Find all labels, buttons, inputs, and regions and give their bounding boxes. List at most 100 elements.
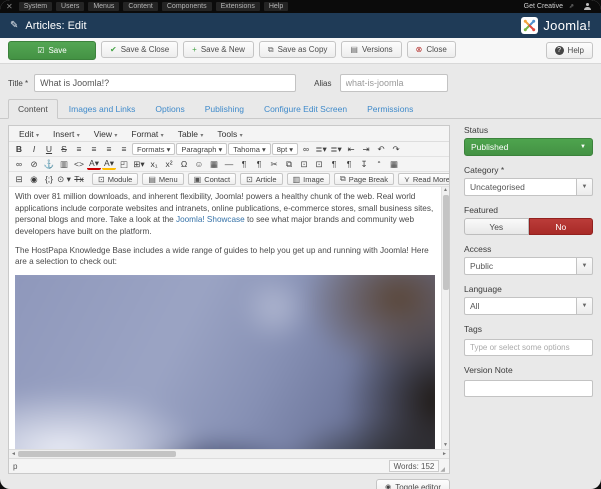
special-character-icon[interactable]: Ω xyxy=(177,158,191,171)
menu-content[interactable]: Content xyxy=(123,2,158,11)
close-button[interactable]: ⊗ Close xyxy=(406,41,456,58)
versions-button[interactable]: ▤ Versions xyxy=(341,41,402,58)
numbered-list-icon[interactable]: ≣▾ xyxy=(329,143,343,156)
source-code-icon[interactable]: <> xyxy=(72,158,86,171)
superscript-icon[interactable]: x² xyxy=(162,158,176,171)
table-menu[interactable]: Table ▾ xyxy=(172,128,210,139)
tab-images-links[interactable]: Images and Links xyxy=(60,100,145,118)
tab-configure-edit-screen[interactable]: Configure Edit Screen xyxy=(255,100,356,118)
align-left-icon[interactable]: ≡ xyxy=(72,143,86,156)
menu-help[interactable]: Help xyxy=(263,2,289,11)
anchor-icon[interactable]: ⚓ xyxy=(42,158,56,171)
redo-icon[interactable]: ↷ xyxy=(389,143,403,156)
tab-content[interactable]: Content xyxy=(8,99,58,119)
bold-icon[interactable]: B xyxy=(12,143,26,156)
get-creative-link[interactable]: Get Creative xyxy=(524,3,563,10)
scroll-up-icon[interactable]: ▲ xyxy=(443,187,448,194)
outdent-icon[interactable]: ⇤ xyxy=(344,143,358,156)
paragraph-select[interactable]: Paragraph ▾ xyxy=(176,143,228,155)
alias-input[interactable] xyxy=(339,74,448,92)
strikethrough-icon[interactable]: S xyxy=(57,143,71,156)
print-icon[interactable]: ⊟ xyxy=(12,173,26,186)
clear-formatting-icon[interactable]: Tx xyxy=(72,173,86,186)
menu-extensions[interactable]: Extensions xyxy=(215,2,260,11)
tab-permissions[interactable]: Permissions xyxy=(358,100,422,118)
contact-button[interactable]: ▣ Contact xyxy=(187,173,237,185)
category-select[interactable]: Uncategorised xyxy=(464,178,577,196)
insert-template-icon[interactable]: ↧ xyxy=(357,158,371,171)
editor-content-area[interactable]: With over 81 million downloads, and inhe… xyxy=(9,187,449,449)
tab-options[interactable]: Options xyxy=(146,100,193,118)
insert-menu[interactable]: Insert ▾ xyxy=(47,128,86,139)
access-dropdown-button[interactable]: ▼ xyxy=(577,257,593,275)
horizontal-scroll-thumb[interactable] xyxy=(17,451,176,457)
featured-yes-button[interactable]: Yes xyxy=(464,218,529,235)
undo-icon[interactable]: ↶ xyxy=(374,143,388,156)
article-button[interactable]: ⊡ Article xyxy=(240,173,283,185)
link-icon[interactable]: ∞ xyxy=(12,158,26,171)
menu-components[interactable]: Components xyxy=(161,2,212,11)
menu-users[interactable]: Users xyxy=(56,2,85,11)
paste-as-text-icon[interactable]: ⊡ xyxy=(312,158,326,171)
align-center-icon[interactable]: ≡ xyxy=(87,143,101,156)
preview-icon[interactable]: ◉ xyxy=(27,173,41,186)
edit-menu[interactable]: Edit ▾ xyxy=(13,128,45,139)
showcase-link[interactable]: Joomla! Showcase xyxy=(176,215,245,224)
read-more-button[interactable]: ⋎ Read More xyxy=(397,173,449,185)
title-input[interactable] xyxy=(34,74,297,92)
copy-icon[interactable]: ⧉ xyxy=(282,158,296,171)
bullet-list-icon[interactable]: ≣▾ xyxy=(314,143,328,156)
category-dropdown-button[interactable]: ▼ xyxy=(577,178,593,196)
paste-icon[interactable]: ⊡ xyxy=(297,158,311,171)
font-family-select[interactable]: Tahoma ▾ xyxy=(228,143,271,155)
element-path[interactable]: p xyxy=(13,462,17,471)
ltr-icon[interactable]: ¶ xyxy=(237,158,251,171)
formats-select[interactable]: Formats ▾ xyxy=(132,143,176,155)
indent-icon[interactable]: ⇥ xyxy=(359,143,373,156)
show-blocks-icon[interactable]: ¶ xyxy=(327,158,341,171)
view-menu[interactable]: View ▾ xyxy=(88,128,124,139)
image-button[interactable]: ▥ Image xyxy=(286,173,331,185)
layout-icon[interactable]: ▦ xyxy=(387,158,401,171)
show-invisibles-icon[interactable]: ¶ xyxy=(342,158,356,171)
insert-datetime-icon[interactable]: ⊙ ▾ xyxy=(57,173,71,186)
rtl-icon[interactable]: ¶ xyxy=(252,158,266,171)
format-menu[interactable]: Format ▾ xyxy=(125,128,169,139)
language-select[interactable]: All xyxy=(464,297,577,315)
image-icon[interactable]: ▥ xyxy=(57,158,71,171)
code-sample-icon[interactable]: {;} xyxy=(42,173,56,186)
align-justify-icon[interactable]: ≡ xyxy=(117,143,131,156)
featured-no-button[interactable]: No xyxy=(528,218,593,235)
menu-button[interactable]: ▤ Menu xyxy=(142,173,184,185)
language-dropdown-button[interactable]: ▼ xyxy=(577,297,593,315)
tools-menu[interactable]: Tools ▾ xyxy=(211,128,248,139)
text-color-icon[interactable]: A▾ xyxy=(87,158,101,170)
align-right-icon[interactable]: ≡ xyxy=(102,143,116,156)
save-button[interactable]: ☑ Save xyxy=(8,41,96,60)
fullscreen-icon[interactable]: ◰ xyxy=(117,158,131,171)
table-icon[interactable]: ⊞▾ xyxy=(132,158,146,171)
resize-grip-icon[interactable]: ◢ xyxy=(440,466,445,473)
editor-horizontal-scrollbar[interactable]: ◄ ► xyxy=(9,449,449,458)
cut-icon[interactable]: ✂ xyxy=(267,158,281,171)
scroll-down-icon[interactable]: ▼ xyxy=(443,442,448,449)
save-close-button[interactable]: ✔ Save & Close xyxy=(101,41,179,58)
editor-vertical-scrollbar[interactable]: ▲ ▼ xyxy=(441,187,449,449)
user-account-icon[interactable] xyxy=(584,3,591,10)
media-icon[interactable]: ▦ xyxy=(207,158,221,171)
font-size-select[interactable]: 8pt ▾ xyxy=(271,143,299,155)
emoticon-icon[interactable]: ☺ xyxy=(192,158,206,171)
tab-publishing[interactable]: Publishing xyxy=(196,100,253,118)
italic-icon[interactable]: I xyxy=(27,143,41,156)
menu-menus[interactable]: Menus xyxy=(88,2,120,11)
horizontal-rule-icon[interactable]: — xyxy=(222,158,236,171)
save-new-button[interactable]: + Save & New xyxy=(183,41,254,58)
menu-system[interactable]: System xyxy=(18,2,53,11)
find-replace-icon[interactable]: ∞ xyxy=(299,143,313,156)
subscript-icon[interactable]: x₁ xyxy=(147,158,161,171)
module-button[interactable]: ⊡ Module xyxy=(92,173,139,185)
tags-input[interactable] xyxy=(464,339,593,356)
version-note-input[interactable] xyxy=(464,380,593,397)
background-color-icon[interactable]: A▾ xyxy=(102,158,116,170)
scroll-right-icon[interactable]: ► xyxy=(442,451,447,457)
